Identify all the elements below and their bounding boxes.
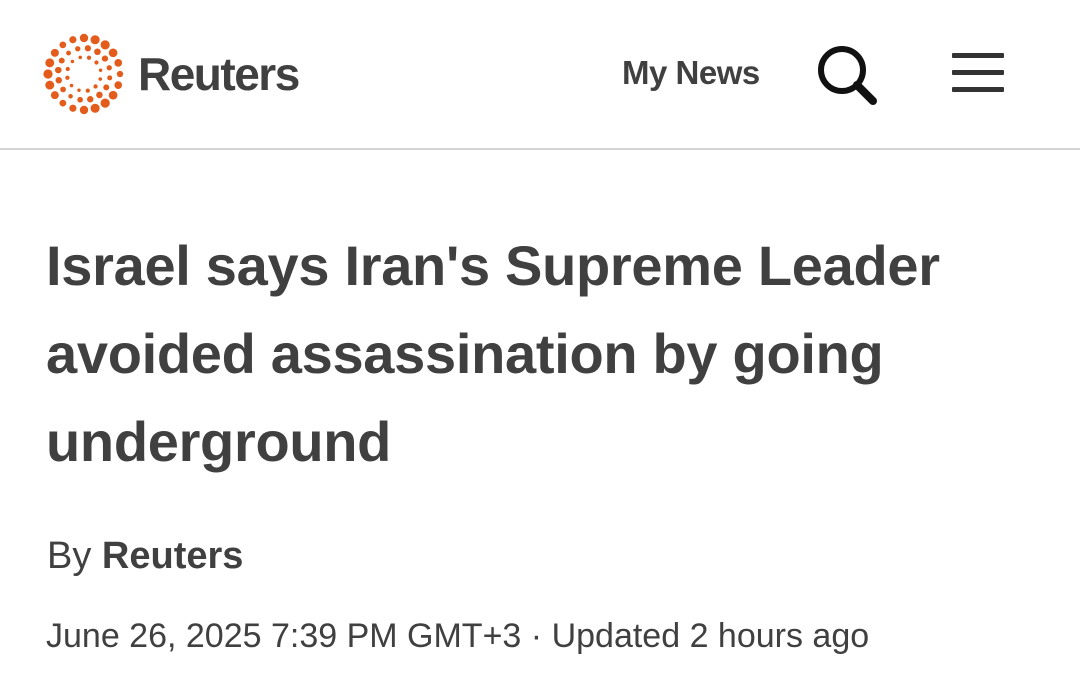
menu-button[interactable]	[948, 48, 1008, 98]
reuters-logo-icon	[42, 32, 126, 116]
logo-dot	[45, 80, 55, 90]
logo-dot	[108, 48, 118, 58]
logo-dot	[86, 55, 92, 60]
logo-dot	[108, 90, 118, 100]
my-news-link[interactable]: My News	[622, 54, 760, 92]
logo-dot	[69, 83, 74, 88]
logo-dot	[106, 65, 112, 71]
site-header: Reuters My News	[0, 0, 1080, 150]
logo-dot	[84, 45, 92, 52]
logo-dot	[96, 91, 103, 99]
logo-dot	[59, 41, 67, 49]
publish-date: June 26, 2025 7:39 PM GMT+3	[46, 617, 522, 655]
logo-dot	[94, 60, 99, 65]
logo-dot	[98, 77, 103, 81]
logo-dot	[100, 40, 110, 50]
logo-dot	[60, 86, 66, 93]
logo-dot	[58, 57, 65, 64]
logo-dot	[66, 50, 71, 56]
logo-dot	[68, 93, 73, 99]
logo-dot	[101, 55, 109, 62]
logo-dot	[55, 66, 62, 74]
logo-dot	[59, 99, 67, 107]
article-headline: Israel says Iran's Supreme Leader avoide…	[46, 234, 940, 473]
logo-dot	[69, 104, 77, 112]
logo-dot	[77, 96, 83, 103]
logo-dot	[70, 59, 75, 64]
logo-dot	[90, 35, 100, 45]
logo-dot	[43, 69, 53, 79]
logo-dot	[77, 88, 81, 92]
logo-dot	[79, 105, 89, 115]
logo-dot	[45, 58, 55, 68]
byline-author[interactable]: Reuters	[102, 535, 244, 577]
logo-dot	[85, 88, 90, 93]
article-dateline: June 26, 2025 7:39 PM GMT+3 · Updated 2 …	[46, 617, 869, 656]
search-button[interactable]	[812, 40, 882, 110]
logo-dot	[100, 98, 110, 108]
logo-dot	[65, 75, 70, 80]
reuters-logo[interactable]: Reuters	[42, 32, 300, 116]
search-icon	[818, 46, 877, 105]
logo-dot	[90, 103, 100, 113]
dateline-separator: ·	[530, 617, 543, 655]
logo-dot	[114, 81, 123, 89]
logo-dot	[65, 66, 70, 72]
hamburger-menu-icon	[952, 53, 1004, 92]
brand-name: Reuters	[138, 48, 300, 100]
byline: By Reuters	[47, 535, 243, 578]
logo-dot	[69, 36, 77, 44]
logo-dot	[94, 48, 101, 56]
logo-dot	[93, 84, 98, 89]
logo-dot	[79, 33, 89, 43]
logo-dot	[107, 75, 113, 81]
logo-dot	[50, 91, 59, 100]
logo-dot	[78, 55, 83, 60]
logo-dot	[98, 68, 103, 72]
byline-prefix: By	[47, 535, 92, 577]
logo-dot	[87, 96, 94, 103]
updated-time: Updated 2 hours ago	[551, 617, 870, 655]
logo-dot	[55, 77, 62, 84]
logo-dot	[116, 70, 124, 78]
logo-dot	[75, 46, 81, 52]
logo-dot	[50, 48, 59, 57]
logo-dot	[114, 59, 123, 67]
logo-dot	[103, 84, 110, 91]
